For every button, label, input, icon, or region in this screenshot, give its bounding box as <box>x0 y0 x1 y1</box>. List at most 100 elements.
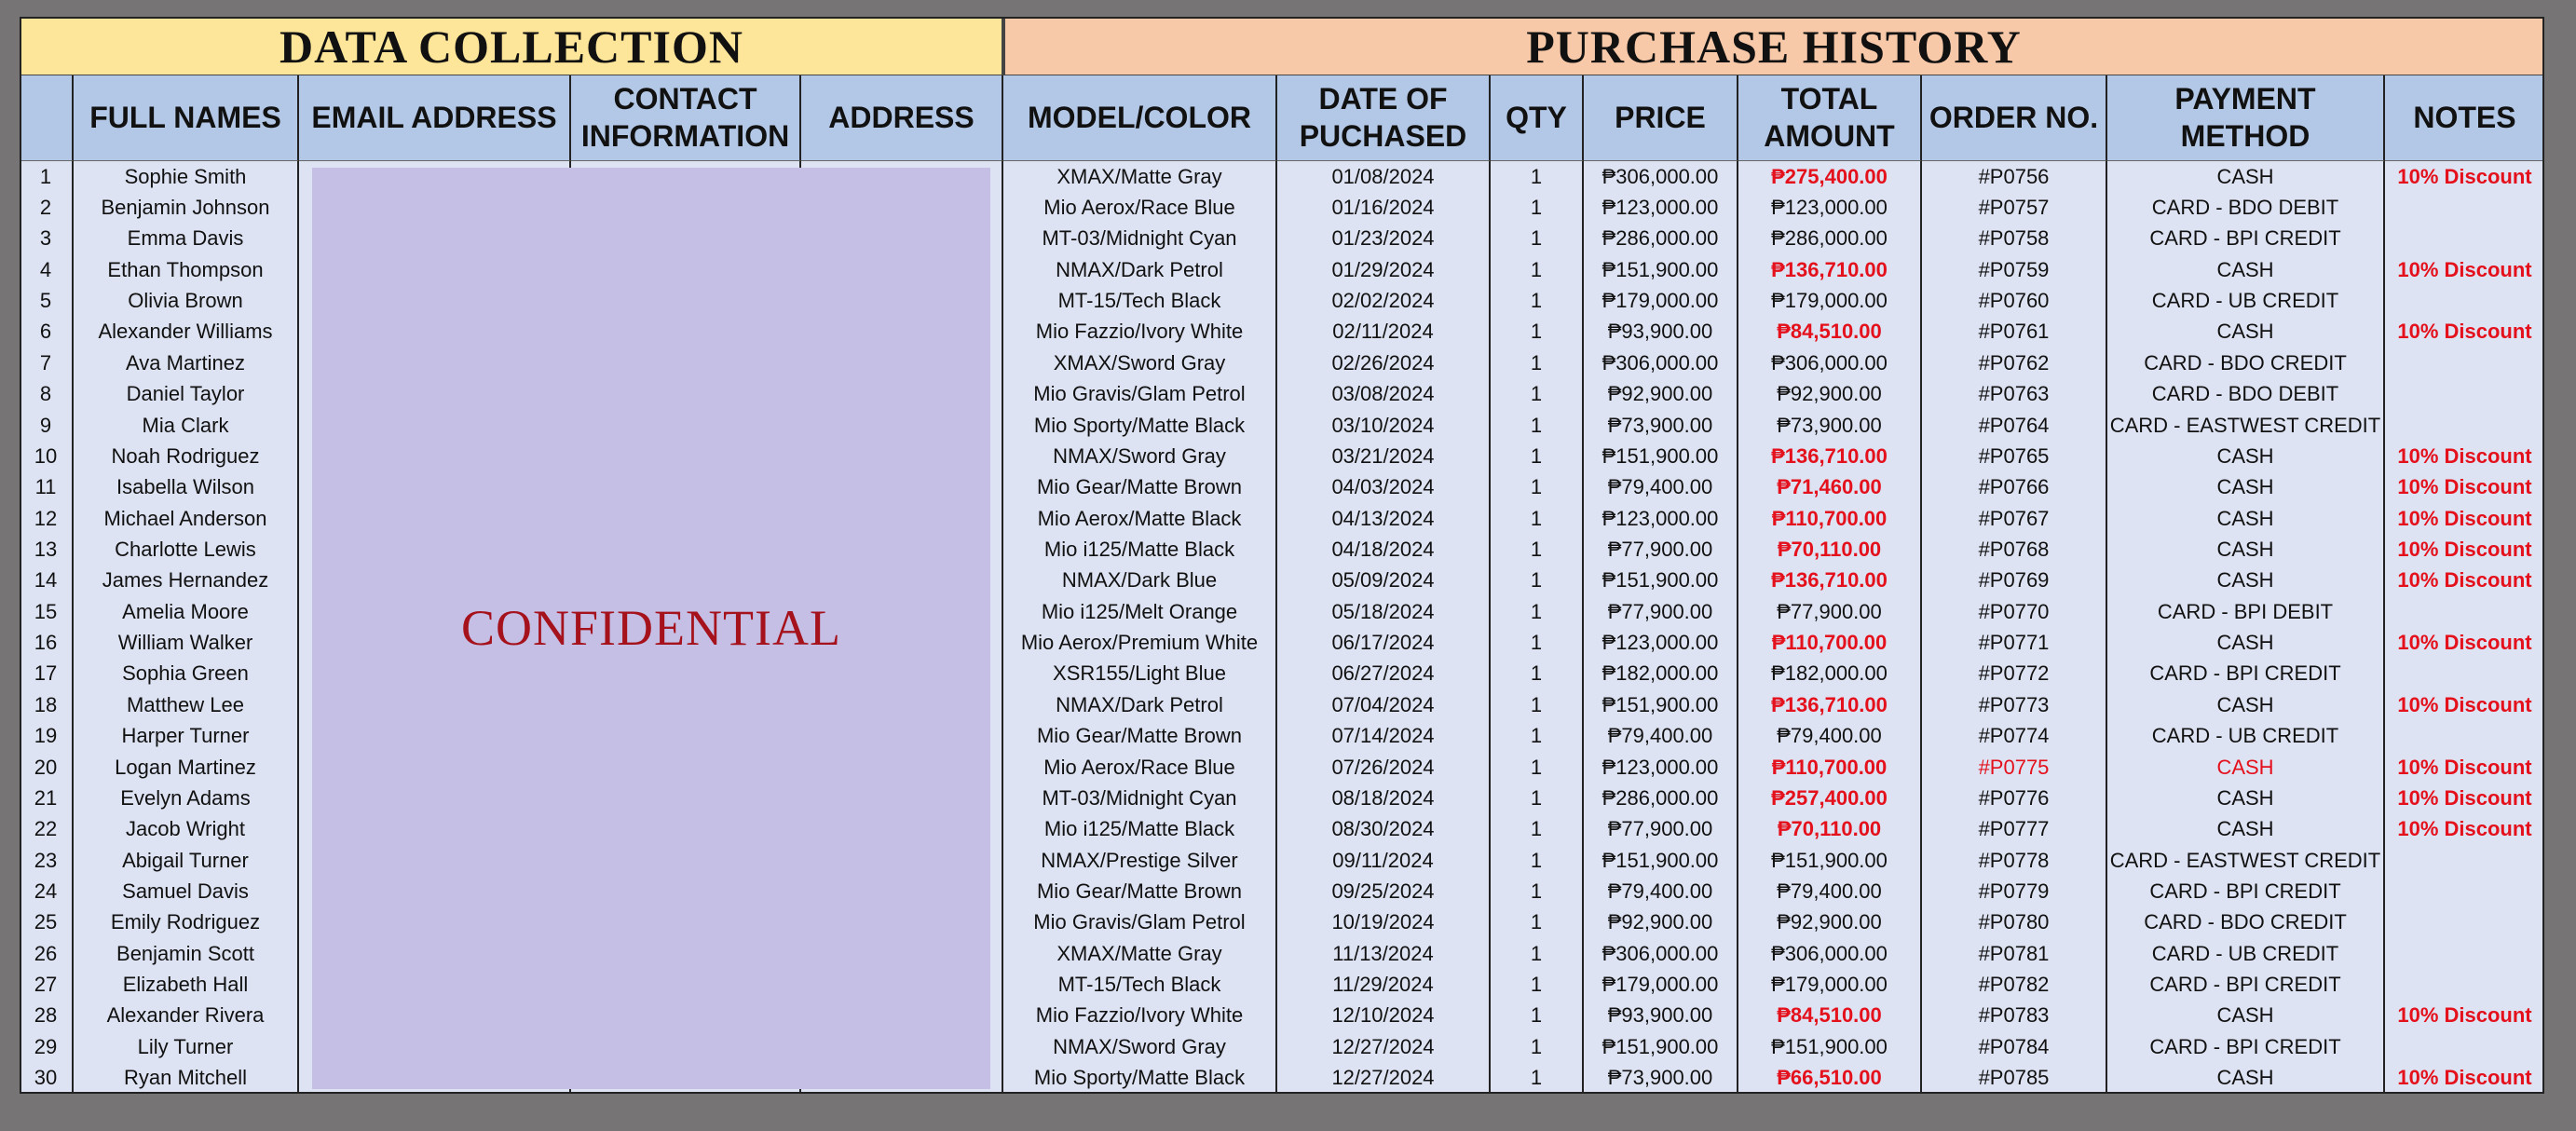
notes-cell[interactable] <box>2385 410 2544 441</box>
purchase-date-cell[interactable]: 05/18/2024 <box>1277 596 1491 628</box>
price-cell[interactable]: ₱77,900.00 <box>1584 534 1738 566</box>
header-payment-method[interactable]: PAYMENT METHOD <box>2107 75 2385 161</box>
notes-cell[interactable] <box>2385 224 2544 254</box>
full-name-cell[interactable]: Sophia Green <box>74 658 299 690</box>
payment-method-cell[interactable]: CARD - BPI CREDIT <box>2107 658 2385 690</box>
model-color-cell[interactable]: Mio Fazzio/Ivory White <box>1003 316 1277 348</box>
total-amount-cell[interactable]: ₱92,900.00 <box>1738 378 1922 410</box>
row-number-cell[interactable]: 1 <box>20 161 74 193</box>
qty-cell[interactable]: 1 <box>1491 285 1584 317</box>
qty-cell[interactable]: 1 <box>1491 658 1584 690</box>
qty-cell[interactable]: 1 <box>1491 876 1584 907</box>
row-number-cell[interactable]: 19 <box>20 720 74 752</box>
full-name-cell[interactable]: Noah Rodriguez <box>74 441 299 472</box>
model-color-cell[interactable]: Mio Gear/Matte Brown <box>1003 876 1277 907</box>
order-no-cell[interactable]: #P0766 <box>1922 471 2107 503</box>
purchase-date-cell[interactable]: 03/10/2024 <box>1277 409 1491 442</box>
payment-method-cell[interactable]: CARD - UB CREDIT <box>2107 720 2385 752</box>
row-number-cell[interactable]: 25 <box>20 906 74 938</box>
order-no-cell[interactable]: #P0785 <box>1922 1062 2107 1094</box>
price-cell[interactable]: ₱179,000.00 <box>1584 969 1738 1001</box>
full-name-cell[interactable]: Benjamin Johnson <box>74 192 299 224</box>
row-number-cell[interactable]: 20 <box>20 751 74 784</box>
order-no-cell[interactable]: #P0761 <box>1922 316 2107 348</box>
order-no-cell[interactable]: #P0770 <box>1922 596 2107 628</box>
purchase-date-cell[interactable]: 04/03/2024 <box>1277 471 1491 503</box>
payment-method-cell[interactable]: CASH <box>2107 471 2385 503</box>
row-number-cell[interactable]: 6 <box>20 316 74 348</box>
notes-cell[interactable]: 10% Discount <box>2385 689 2544 720</box>
order-no-cell[interactable]: #P0774 <box>1922 720 2107 752</box>
row-number-cell[interactable]: 29 <box>20 1031 74 1063</box>
qty-cell[interactable]: 1 <box>1491 627 1584 659</box>
price-cell[interactable]: ₱123,000.00 <box>1584 192 1738 224</box>
row-number-cell[interactable]: 26 <box>20 937 74 970</box>
notes-cell[interactable]: 10% Discount <box>2385 1001 2544 1031</box>
price-cell[interactable]: ₱77,900.00 <box>1584 813 1738 845</box>
qty-cell[interactable]: 1 <box>1491 378 1584 410</box>
row-number-cell[interactable]: 12 <box>20 502 74 535</box>
notes-cell[interactable] <box>2385 192 2544 223</box>
order-no-cell[interactable]: #P0767 <box>1922 502 2107 535</box>
payment-method-cell[interactable]: CARD - BPI CREDIT <box>2107 876 2385 907</box>
row-number-cell[interactable]: 17 <box>20 658 74 690</box>
qty-cell[interactable]: 1 <box>1491 844 1584 877</box>
order-no-cell[interactable]: #P0779 <box>1922 876 2107 907</box>
price-cell[interactable]: ₱79,400.00 <box>1584 471 1738 503</box>
purchase-date-cell[interactable]: 11/13/2024 <box>1277 937 1491 970</box>
row-number-cell[interactable]: 3 <box>20 223 74 255</box>
header-address[interactable]: ADDRESS <box>801 75 1003 161</box>
order-no-cell[interactable]: #P0778 <box>1922 844 2107 877</box>
payment-method-cell[interactable]: CARD - UB CREDIT <box>2107 285 2385 317</box>
notes-cell[interactable] <box>2385 379 2544 410</box>
payment-method-cell[interactable]: CASH <box>2107 751 2385 784</box>
price-cell[interactable]: ₱93,900.00 <box>1584 316 1738 348</box>
notes-cell[interactable] <box>2385 876 2544 906</box>
row-number-cell[interactable]: 4 <box>20 254 74 286</box>
price-cell[interactable]: ₱93,900.00 <box>1584 1000 1738 1032</box>
order-no-cell[interactable]: #P0763 <box>1922 378 2107 410</box>
total-amount-cell[interactable]: ₱110,700.00 <box>1738 627 1922 659</box>
model-color-cell[interactable]: Mio Aerox/Race Blue <box>1003 192 1277 224</box>
notes-cell[interactable] <box>2385 969 2544 1000</box>
order-no-cell[interactable]: #P0781 <box>1922 937 2107 970</box>
purchase-date-cell[interactable]: 04/13/2024 <box>1277 502 1491 535</box>
row-number-cell[interactable]: 13 <box>20 534 74 566</box>
model-color-cell[interactable]: NMAX/Prestige Silver <box>1003 844 1277 877</box>
qty-cell[interactable]: 1 <box>1491 1062 1584 1094</box>
total-amount-cell[interactable]: ₱136,710.00 <box>1738 441 1922 472</box>
qty-cell[interactable]: 1 <box>1491 969 1584 1001</box>
purchase-date-cell[interactable]: 06/17/2024 <box>1277 627 1491 659</box>
order-no-cell[interactable]: #P0759 <box>1922 254 2107 286</box>
total-amount-cell[interactable]: ₱84,510.00 <box>1738 316 1922 348</box>
qty-cell[interactable]: 1 <box>1491 471 1584 503</box>
qty-cell[interactable]: 1 <box>1491 1031 1584 1063</box>
total-amount-cell[interactable]: ₱257,400.00 <box>1738 783 1922 814</box>
qty-cell[interactable]: 1 <box>1491 906 1584 938</box>
notes-cell[interactable]: 10% Discount <box>2385 317 2544 347</box>
notes-cell[interactable]: 10% Discount <box>2385 472 2544 503</box>
model-color-cell[interactable]: MT-15/Tech Black <box>1003 285 1277 317</box>
total-amount-cell[interactable]: ₱275,400.00 <box>1738 161 1922 193</box>
full-name-cell[interactable]: Logan Martinez <box>74 751 299 784</box>
price-cell[interactable]: ₱123,000.00 <box>1584 751 1738 784</box>
model-color-cell[interactable]: Mio Sporty/Matte Black <box>1003 1062 1277 1094</box>
total-amount-cell[interactable]: ₱136,710.00 <box>1738 689 1922 721</box>
price-cell[interactable]: ₱306,000.00 <box>1584 937 1738 970</box>
notes-cell[interactable] <box>2385 938 2544 969</box>
order-no-cell[interactable]: #P0764 <box>1922 409 2107 442</box>
payment-method-cell[interactable]: CARD - BPI CREDIT <box>2107 223 2385 255</box>
row-number-cell[interactable]: 8 <box>20 378 74 410</box>
model-color-cell[interactable]: MT-03/Midnight Cyan <box>1003 783 1277 814</box>
price-cell[interactable]: ₱151,900.00 <box>1584 254 1738 286</box>
qty-cell[interactable]: 1 <box>1491 502 1584 535</box>
notes-cell[interactable]: 10% Discount <box>2385 566 2544 596</box>
purchase-date-cell[interactable]: 07/04/2024 <box>1277 689 1491 721</box>
row-number-cell[interactable]: 15 <box>20 596 74 628</box>
notes-cell[interactable]: 10% Discount <box>2385 503 2544 534</box>
price-cell[interactable]: ₱79,400.00 <box>1584 876 1738 907</box>
header-order-no[interactable]: ORDER NO. <box>1922 75 2107 161</box>
price-cell[interactable]: ₱306,000.00 <box>1584 347 1738 379</box>
payment-method-cell[interactable]: CARD - BDO DEBIT <box>2107 378 2385 410</box>
qty-cell[interactable]: 1 <box>1491 596 1584 628</box>
